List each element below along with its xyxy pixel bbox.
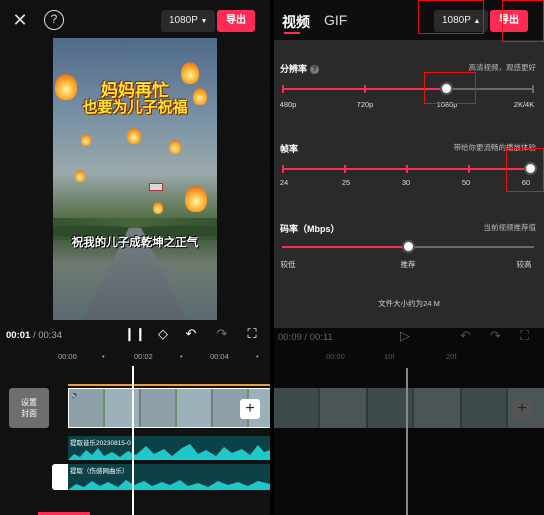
file-size-text: 文件大小约为24 M [378, 299, 440, 308]
slider-tick [406, 165, 408, 173]
ruler-mark: 00:04 [210, 352, 229, 361]
bitrate-hint: 当前视频推荐值 [483, 223, 537, 232]
resolution-hint: 高清视频，观感更好 [468, 63, 537, 72]
resolution-button[interactable]: 1080P ▼ [161, 10, 216, 32]
ruler-mark: 20f [446, 352, 457, 361]
add-clip-button[interactable]: + [240, 399, 260, 419]
slider-tick [468, 165, 470, 173]
bitrate-option[interactable]: 较高 [517, 259, 532, 270]
highlight-framerate-knob [506, 148, 544, 192]
ruler-mark: 00:00 [326, 352, 345, 361]
framerate-option[interactable]: 24 [280, 178, 288, 187]
undo-icon[interactable]: ↶ [184, 327, 198, 341]
bitrate-option[interactable]: 较低 [281, 259, 296, 270]
play-icon[interactable]: ▷ [400, 328, 410, 344]
sky-lantern [75, 170, 85, 182]
resolution-slider[interactable] [282, 82, 534, 95]
highlight-resolution-button [418, 0, 484, 34]
sky-lantern [81, 134, 91, 146]
playback-time: 00:01 / 00:34 [6, 330, 62, 341]
sky-lantern [185, 186, 207, 212]
slider-tick [344, 165, 346, 173]
current-time: 00:09 [278, 332, 302, 343]
audio-track[interactable]: 提取音乐20230815-0 [68, 436, 270, 460]
undo-icon[interactable]: ↶ [460, 328, 471, 344]
highlight-export-button [502, 0, 544, 42]
redo-icon[interactable]: ↷ [490, 328, 501, 344]
set-cover-button[interactable]: 设置 封面 [9, 388, 49, 428]
total-time: / 00:34 [32, 330, 63, 341]
framerate-option[interactable]: 50 [462, 178, 470, 187]
slider-tick [282, 85, 284, 93]
close-icon[interactable]: ✕ [10, 10, 30, 30]
video-clip[interactable] [274, 388, 544, 428]
playback-time: 00:09 / 00:11 [278, 332, 333, 343]
resolution-option[interactable]: 2K/4K [514, 100, 534, 109]
waveform [68, 480, 270, 490]
slider-fill [282, 246, 408, 248]
tab-underline [284, 32, 300, 34]
fullscreen-icon[interactable]: ⛶ [520, 328, 529, 344]
resolution-title: 分辨率? [280, 62, 320, 75]
volume-icon[interactable]: 🔈 [71, 391, 80, 399]
help-icon[interactable]: ? [44, 10, 64, 30]
dimmed-editor: 00:09 / 00:11 ▷ ↶ ↷ ⛶ 00:00 10f 20f + [274, 328, 544, 515]
play-pause-icon[interactable]: ❙❙ [124, 327, 146, 341]
cover-label-line1: 设置 [21, 398, 37, 407]
ruler-mark: 00:00 [58, 352, 77, 361]
resolution-option[interactable]: 480p [280, 100, 297, 109]
ruler-mark: 00:02 [134, 352, 153, 361]
framerate-option[interactable]: 30 [402, 178, 410, 187]
audio-track[interactable]: 提取（伤感网曲乐） [68, 464, 270, 490]
waveform [68, 444, 270, 460]
bitrate-slider[interactable] [282, 240, 534, 253]
slider-tick [364, 85, 366, 93]
bitrate-knob[interactable] [402, 240, 415, 253]
chevron-down-icon: ▼ [200, 18, 208, 25]
ruler-mark: 10f [384, 352, 395, 361]
track-indicator [68, 384, 270, 386]
tab-video[interactable]: 视频 [282, 12, 310, 32]
resolution-option[interactable]: 720p [357, 100, 374, 109]
playhead[interactable] [406, 368, 408, 515]
redo-icon[interactable]: ↷ [215, 327, 229, 341]
sky-lantern [127, 128, 141, 144]
slider-tick [282, 165, 284, 173]
export-button[interactable]: 导出 [217, 10, 255, 32]
plus-icon[interactable]: + [512, 399, 532, 419]
fullscreen-icon[interactable]: ⛶ [245, 327, 259, 341]
roadside-sign [149, 183, 163, 191]
playhead[interactable] [132, 366, 134, 515]
tab-gif[interactable]: GIF [324, 12, 347, 28]
settings-sheet: 分辨率? 高清视频，观感更好 480p 720p 1080p 2K/4K 帧率 … [274, 40, 544, 328]
video-subtitle: 祝我的儿子成乾坤之正气 [71, 237, 199, 249]
keyframe-icon[interactable]: ◇ [156, 327, 170, 341]
timeline-ruler: 00:00 10f 20f [274, 352, 544, 364]
framerate-title: 帧率 [280, 144, 299, 154]
video-title-line2: 也要为儿子祝福 [82, 99, 188, 116]
cover-label-line2: 封面 [21, 409, 37, 418]
bitrate-option[interactable]: 推荐 [401, 259, 416, 270]
sky-lantern [169, 140, 181, 154]
track-handle[interactable] [52, 464, 68, 490]
slider-tick [532, 85, 534, 93]
timeline-ruler: 00:00 • 00:02 • 00:04 • [58, 352, 259, 361]
framerate-slider[interactable] [282, 162, 537, 175]
help-icon[interactable]: ? [310, 65, 320, 74]
highlight-resolution-knob [424, 72, 476, 104]
bitrate-title: 码率（Mbps） [280, 224, 340, 234]
video-preview[interactable]: 妈妈再忙 也要为儿子祝福 祝我的儿子成乾坤之正气 [53, 38, 217, 320]
framerate-option[interactable]: 25 [342, 178, 350, 187]
resolution-label: 1080P [169, 15, 198, 26]
sky-lantern [153, 202, 163, 214]
app-root: ✕ ? 1080P ▼ 导出 妈妈再忙 也要为儿子祝福 祝我的儿子成乾坤之正气 [0, 0, 544, 515]
current-time: 00:01 [6, 330, 31, 341]
editor-panel: ✕ ? 1080P ▼ 导出 妈妈再忙 也要为儿子祝福 祝我的儿子成乾坤之正气 [0, 0, 270, 515]
total-time: / 00:11 [304, 332, 333, 343]
